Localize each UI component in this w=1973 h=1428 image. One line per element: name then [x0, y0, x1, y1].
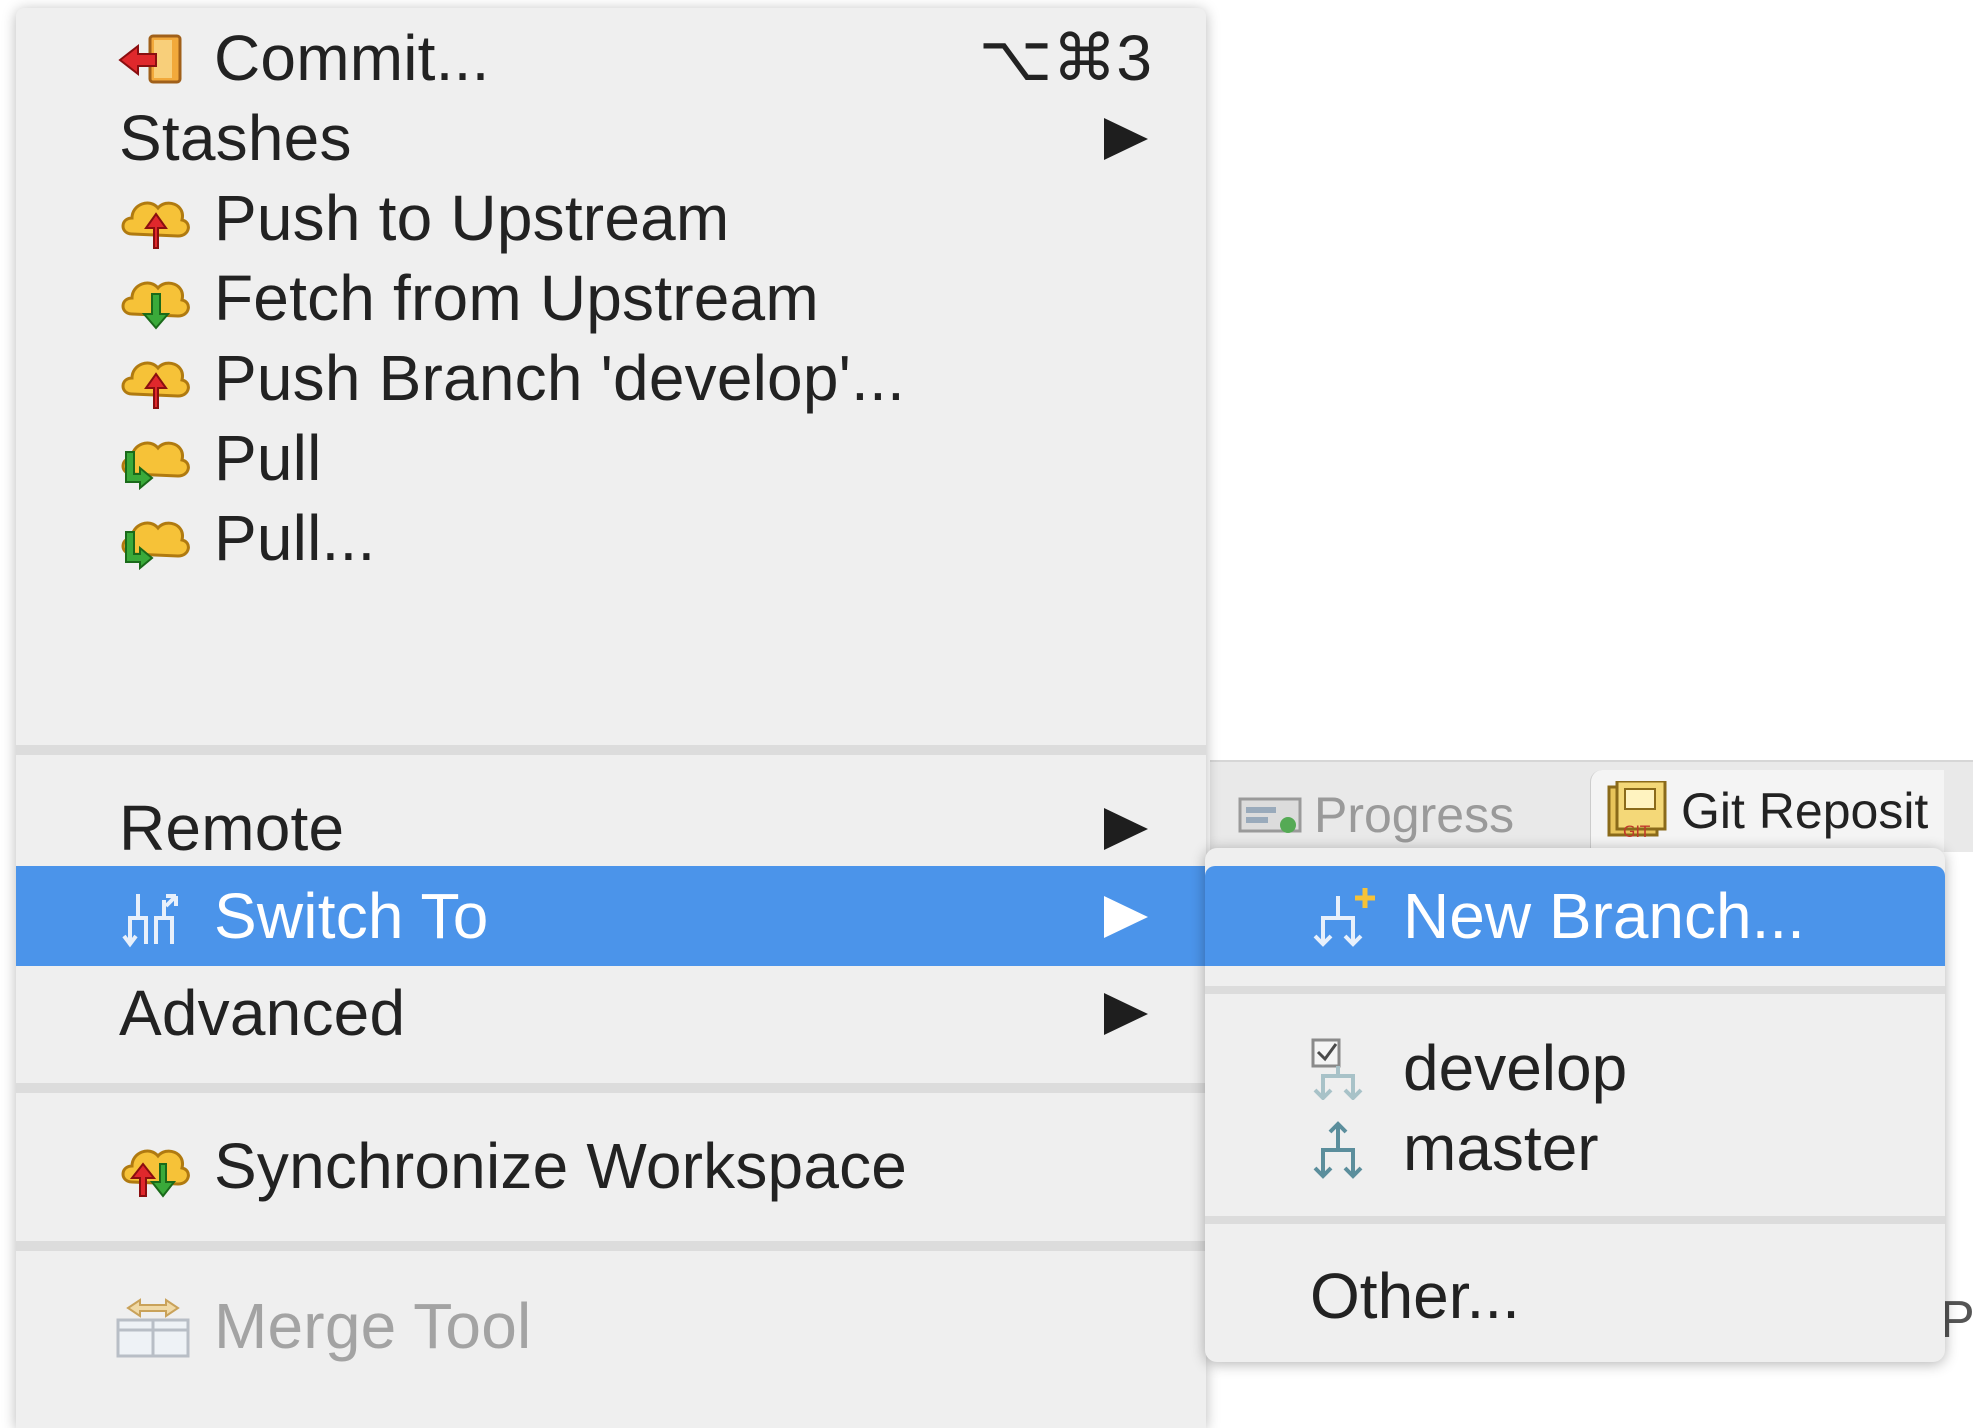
cloud-sync-icon: [121, 1149, 190, 1198]
view-tab-bar: Progress GIT Git Reposit: [1210, 760, 1973, 852]
menu-item-advanced-label: Advanced: [119, 977, 406, 1049]
git-repositories-icon: GIT: [1607, 781, 1667, 841]
submenu-arrow-icon: [1104, 118, 1148, 160]
menu-item-remote-label: Remote: [119, 792, 345, 864]
tab-git-repositories-label: Git Reposit: [1681, 783, 1929, 839]
submenu-item-new-branch-label: New Branch...: [1403, 880, 1805, 952]
cloud-fetch-icon: [121, 281, 190, 330]
menu-item-switch-to[interactable]: Switch To: [16, 866, 1206, 966]
menu-item-merge-tool-label: Merge Tool: [214, 1290, 532, 1362]
tab-git-repositories[interactable]: GIT Git Reposit: [1590, 770, 1945, 852]
git-context-menu: Commit... ⌥⌘3 Stashes Push to Upstream F…: [16, 8, 1206, 1428]
branch-switch-icon: [122, 894, 178, 948]
submenu-separator: [1205, 1216, 1945, 1224]
submenu-separator: [1205, 986, 1945, 994]
menu-item-pull-dialog-label: Pull...: [214, 502, 376, 574]
switch-to-submenu: New Branch... develop master Other...: [1205, 848, 1945, 1362]
submenu-item-other[interactable]: Other...: [1205, 1246, 1945, 1346]
checked-branch-icon: [1311, 1038, 1363, 1100]
submenu-item-master[interactable]: master: [1205, 1098, 1945, 1198]
menu-item-merge-tool[interactable]: Merge Tool: [16, 1276, 1206, 1376]
submenu-arrow-icon: [1104, 993, 1148, 1035]
commit-icon: [118, 34, 182, 84]
progress-icon: [1238, 797, 1302, 833]
menu-separator: [16, 1083, 1206, 1093]
menu-item-synchronize-workspace-label: Synchronize Workspace: [214, 1130, 908, 1202]
submenu-item-new-branch[interactable]: New Branch...: [1205, 866, 1945, 966]
submenu-arrow-icon: [1104, 896, 1148, 938]
svg-text:GIT: GIT: [1623, 822, 1650, 841]
menu-item-advanced[interactable]: Advanced: [16, 963, 1206, 1063]
cloud-pull-icon: [121, 521, 190, 570]
tab-progress[interactable]: Progress: [1238, 780, 1514, 850]
submenu-arrow-icon: [1104, 808, 1148, 850]
submenu-item-other-label: Other...: [1310, 1260, 1520, 1332]
cloud-push-icon: [121, 201, 190, 249]
menu-item-pull-dialog[interactable]: Pull...: [16, 488, 1206, 588]
cloud-pull-icon: [121, 441, 190, 490]
tab-progress-label: Progress: [1314, 787, 1515, 843]
menu-separator: [16, 745, 1206, 755]
cloud-push-icon: [121, 361, 190, 409]
menu-separator: [16, 1241, 1206, 1251]
submenu-item-master-label: master: [1403, 1112, 1599, 1184]
branch-icon: [1313, 1121, 1363, 1179]
new-branch-icon: [1313, 888, 1375, 947]
menu-item-remote[interactable]: Remote: [16, 778, 1206, 878]
merge-tool-icon: [116, 1298, 190, 1358]
menu-item-switch-to-label: Switch To: [214, 880, 489, 952]
menu-item-synchronize-workspace[interactable]: Synchronize Workspace: [16, 1116, 1206, 1216]
